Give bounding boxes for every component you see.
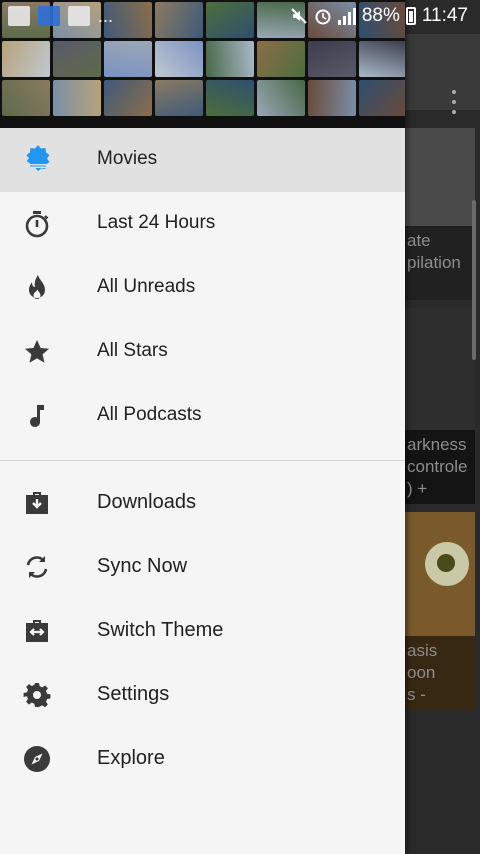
drawer-item-sync-now[interactable]: Sync Now: [0, 535, 405, 599]
download-briefcase-icon: [26, 492, 48, 514]
stopwatch-icon: [25, 211, 49, 238]
feed-card[interactable]: ate pilation: [405, 128, 475, 300]
header-thumbnail: [53, 41, 101, 77]
drawer-item-label: Settings: [97, 683, 170, 705]
battery-percent: 88%: [361, 5, 400, 26]
drawer-item-label: Explore: [97, 747, 165, 769]
drawer-item-explore[interactable]: Explore: [0, 727, 405, 791]
drawer-item-movies[interactable]: Movies: [0, 128, 405, 192]
signal-icon: [337, 7, 356, 25]
switch-theme-icon: [26, 620, 48, 642]
header-thumbnail: [257, 80, 305, 116]
header-thumbnail: [308, 41, 356, 77]
header-thumbnail: [2, 41, 50, 77]
gallery-notification-icon: [8, 6, 30, 26]
header-thumbnail: [308, 80, 356, 116]
drawer-item-last-24-hours[interactable]: Last 24 Hours: [0, 192, 405, 256]
header-thumbnail: [155, 41, 203, 77]
status-bar: ... 88% 11:47: [0, 0, 480, 34]
feed-card[interactable]: arkness controle ) +: [405, 308, 475, 504]
header-thumbnail: [359, 80, 405, 116]
feed-card-caption: ate pilation: [405, 226, 475, 300]
compass-icon: [24, 746, 50, 772]
drawer-item-label: Switch Theme: [97, 619, 224, 641]
header-thumbnail: [104, 80, 152, 116]
header-thumbnail: [104, 41, 152, 77]
sync-icon: [26, 556, 48, 578]
cartoon-eye-image: [425, 542, 469, 586]
header-thumbnail: [206, 80, 254, 116]
drawer-item-label: Movies: [97, 148, 158, 169]
mute-icon: [291, 8, 307, 24]
header-thumbnail: [359, 41, 405, 77]
feed-card[interactable]: [405, 718, 475, 854]
drawer-item-label: Sync Now: [97, 555, 188, 577]
header-thumbnail: [257, 41, 305, 77]
drawer-item-all-podcasts[interactable]: All Podcasts: [0, 384, 405, 448]
battery-icon: [405, 7, 416, 25]
feed-card-caption: arkness controle ) +: [405, 430, 475, 504]
drawer-divider: [0, 460, 405, 461]
drawer-item-label: Last 24 Hours: [97, 212, 216, 233]
drawer-item-downloads[interactable]: Downloads: [0, 471, 405, 535]
clock: 11:47: [421, 5, 468, 26]
drawer-item-label: All Unreads: [97, 276, 196, 297]
header-thumbnail: [206, 41, 254, 77]
drawer-item-label: All Podcasts: [97, 404, 202, 425]
navigation-drawer: Movies Last 24 Hours All Unreads All Sta…: [0, 0, 405, 854]
header-thumbnail: [2, 80, 50, 116]
drawer-item-switch-theme[interactable]: Switch Theme: [0, 599, 405, 663]
movies-logo-icon: [26, 145, 50, 171]
gear-icon: [23, 683, 51, 708]
header-thumbnail: [53, 80, 101, 116]
music-note-icon: [30, 405, 44, 427]
drawer-item-label: All Stars: [97, 340, 168, 361]
more-notifications-icon: ...: [98, 6, 114, 26]
drawer-item-settings[interactable]: Settings: [0, 663, 405, 727]
weather-notification-icon: [38, 6, 60, 26]
drawer-item-all-unreads[interactable]: All Unreads: [0, 256, 405, 320]
feed-card-caption: asis oon s -: [405, 636, 475, 710]
scrollbar[interactable]: [472, 200, 476, 360]
star-icon: [25, 340, 49, 363]
usb-notification-icon: [68, 6, 90, 26]
drawer-item-label: Downloads: [97, 491, 196, 513]
flame-icon: [29, 275, 45, 299]
feed-card[interactable]: asis oon s -: [405, 512, 475, 710]
alarm-icon: [315, 9, 331, 25]
drawer-item-all-stars[interactable]: All Stars: [0, 320, 405, 384]
overflow-menu-icon[interactable]: [450, 90, 458, 120]
header-thumbnail: [155, 80, 203, 116]
